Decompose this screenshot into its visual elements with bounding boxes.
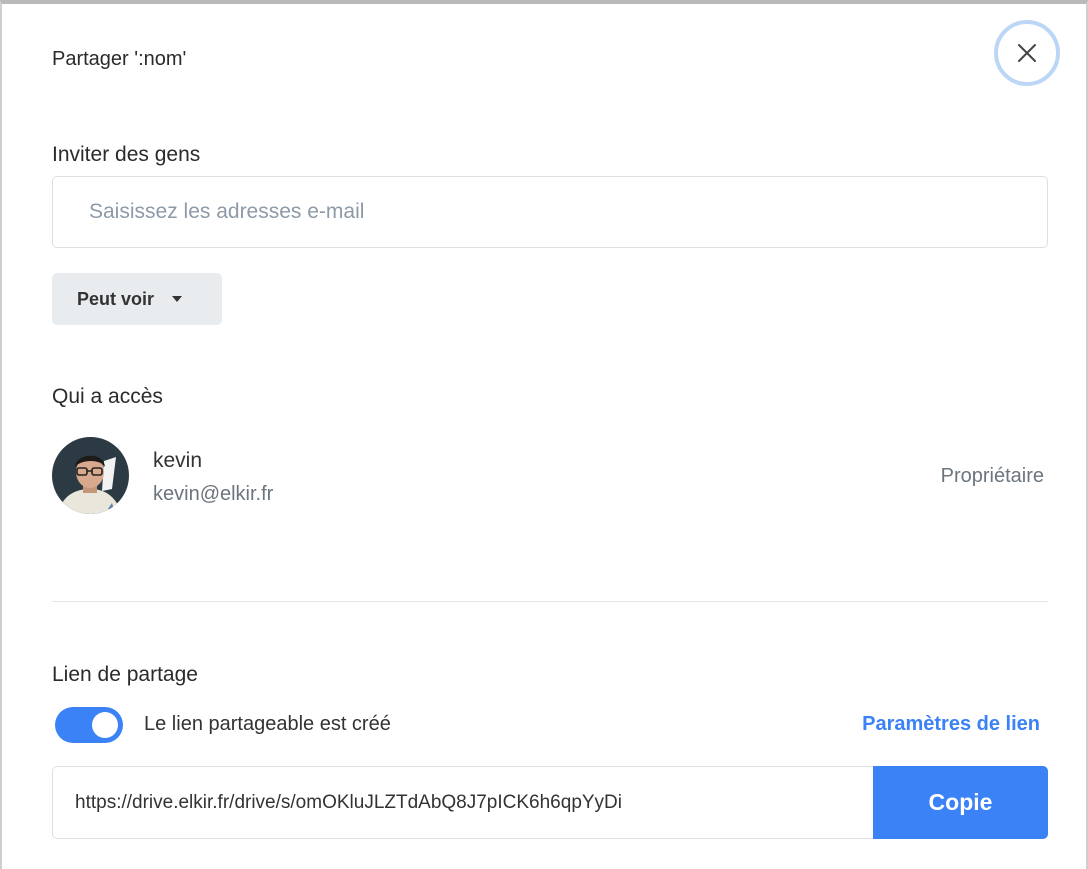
share-link-section-label: Lien de partage (52, 663, 198, 686)
close-icon (1018, 44, 1036, 62)
user-name: kevin (153, 449, 203, 472)
user-role: Propriétaire (940, 465, 1044, 487)
user-email: kevin@elkir.fr (153, 483, 274, 505)
invite-section-label: Inviter des gens (52, 143, 201, 166)
divider (52, 601, 1048, 602)
avatar (52, 437, 129, 514)
link-settings-link[interactable]: Paramètres de lien (862, 713, 1040, 736)
copy-button[interactable]: Copie (873, 766, 1048, 839)
permission-dropdown[interactable]: Peut voir (52, 273, 222, 325)
dialog-title: Partager ':nom' (52, 48, 187, 70)
share-link-toggle[interactable] (55, 707, 123, 743)
user-avatar (52, 437, 129, 514)
toggle-label: Le lien partageable est créé (144, 713, 391, 735)
caret-down-icon (172, 296, 183, 302)
permission-label: Peut voir (77, 288, 155, 309)
toggle-knob (92, 712, 118, 738)
share-url-field[interactable] (52, 766, 874, 839)
share-dialog: Partager ':nom' Inviter des gens Peut vo… (0, 0, 1088, 869)
access-section-label: Qui a accès (52, 385, 163, 408)
close-button[interactable] (994, 20, 1060, 86)
email-input[interactable] (52, 176, 1048, 248)
